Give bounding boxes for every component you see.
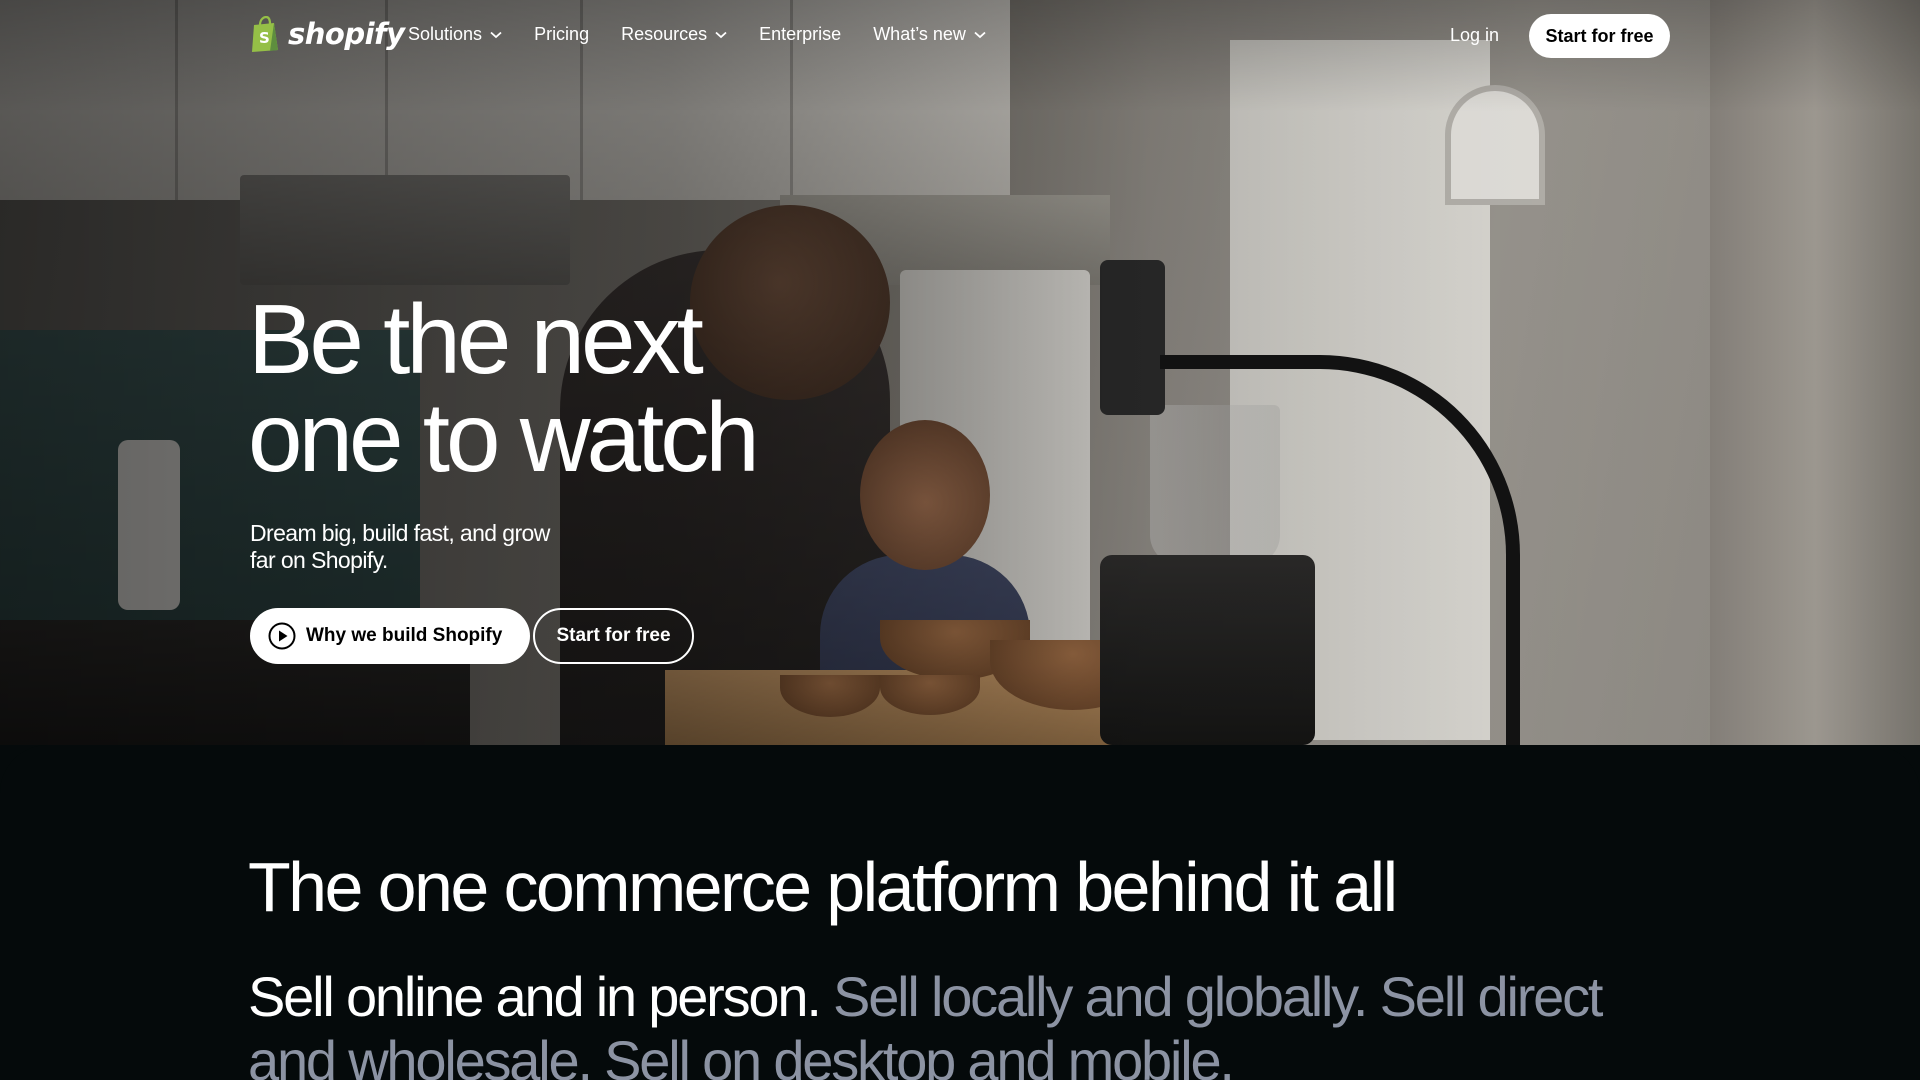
platform-lead: Sell online and in person. Sell locally … xyxy=(248,965,1648,1080)
chevron-down-icon xyxy=(490,31,502,38)
top-nav: S shopify Solutions Pricing Resources En… xyxy=(0,0,1920,72)
platform-title: The one commerce platform behind it all xyxy=(248,848,1398,926)
chevron-down-icon xyxy=(715,31,727,38)
nav-menu: Solutions Pricing Resources Enterprise W… xyxy=(408,24,986,45)
login-link[interactable]: Log in xyxy=(1450,25,1499,46)
hero-subtitle: Dream big, build fast, and grow far on S… xyxy=(250,520,550,573)
shopify-logo[interactable]: S shopify xyxy=(250,16,405,52)
platform-section: The one commerce platform behind it all … xyxy=(0,745,1920,1080)
hero-title-line: one to watch xyxy=(248,382,760,492)
nav-item-label: Resources xyxy=(621,24,708,44)
nav-item-enterprise[interactable]: Enterprise xyxy=(759,24,841,45)
nav-item-label: What’s new xyxy=(873,24,966,44)
why-we-build-shopify-button[interactable]: Why we build Shopify xyxy=(250,608,531,664)
hero-title: Be the next one to watch xyxy=(248,290,948,486)
nav-item-solutions[interactable]: Solutions xyxy=(408,24,502,45)
nav-item-pricing[interactable]: Pricing xyxy=(534,24,589,45)
nav-item-label: Enterprise xyxy=(759,24,842,44)
nav-item-label: Solutions xyxy=(408,24,483,44)
nav-item-whats-new[interactable]: What’s new xyxy=(873,24,986,45)
play-circle-icon xyxy=(268,622,296,650)
platform-lead-strong: Sell online and in person. xyxy=(248,965,822,1028)
hero-title-line: Be the next xyxy=(248,284,704,394)
shopify-bag-icon: S xyxy=(252,16,278,52)
page: S shopify Solutions Pricing Resources En… xyxy=(0,0,1920,1080)
start-for-free-hero-button[interactable]: Start for free xyxy=(533,608,694,664)
logo-wordmark: shopify xyxy=(288,17,405,51)
svg-text:S: S xyxy=(259,29,270,47)
chevron-down-icon xyxy=(974,31,986,38)
nav-item-label: Pricing xyxy=(534,24,590,44)
button-label: Why we build Shopify xyxy=(306,625,503,646)
nav-item-resources[interactable]: Resources xyxy=(621,24,727,45)
start-for-free-nav-button[interactable]: Start for free xyxy=(1529,14,1670,58)
